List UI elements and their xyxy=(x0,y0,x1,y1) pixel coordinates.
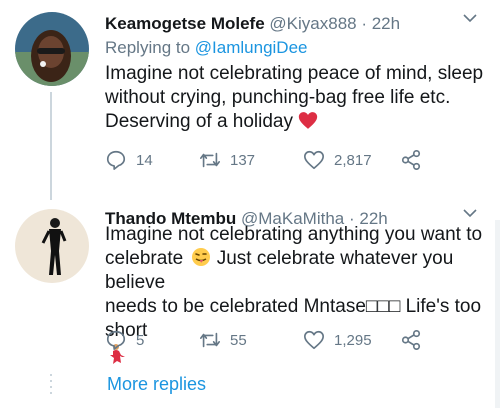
tweet-text: Imagine not celebrating anything you wan… xyxy=(105,223,490,372)
retweet-icon xyxy=(200,332,220,348)
reply-count: 5 xyxy=(136,331,145,349)
thread-dots xyxy=(50,374,52,396)
replying-to: Replying to @IamlungiDee xyxy=(105,38,308,58)
tweet-text-line: needs to be celebrated Mntase□□□ Life's … xyxy=(105,296,482,341)
tweet-text-fragment: celebrate xyxy=(105,248,184,269)
like-button[interactable]: 2,817 xyxy=(303,148,372,172)
share-icon xyxy=(401,330,421,350)
retweet-count: 137 xyxy=(230,151,256,169)
tweet[interactable]: Thando Mtembu @MaKaMitha · 22h Imagine n… xyxy=(0,195,500,365)
chevron-down-icon[interactable] xyxy=(462,10,478,26)
reply-icon xyxy=(106,150,126,170)
share-button[interactable] xyxy=(400,328,422,352)
user-handle[interactable]: @Kiyax888 xyxy=(269,14,356,33)
share-button[interactable] xyxy=(400,148,422,172)
reply-count: 14 xyxy=(136,151,153,169)
chevron-down-icon[interactable] xyxy=(462,205,478,221)
reply-button[interactable]: 5 xyxy=(105,328,144,352)
tweet-text-line xyxy=(105,343,490,372)
red-heart-emoji-icon xyxy=(299,112,318,129)
tweet-text-body: Imagine not celebrating peace of mind, s… xyxy=(105,63,484,132)
tweet-text-line: Imagine not celebrating anything you wan… xyxy=(105,224,483,245)
share-icon xyxy=(401,150,421,170)
tweet-header: Keamogetse Molefe @Kiyax888 · 22h xyxy=(105,14,400,34)
tweet[interactable]: Keamogetse Molefe @Kiyax888 · 22h Replyi… xyxy=(0,0,500,195)
retweet-count: 55 xyxy=(230,331,247,349)
like-count: 2,817 xyxy=(334,151,372,169)
more-replies-link[interactable]: More replies xyxy=(107,374,206,395)
tweet-text: Imagine not celebrating peace of mind, s… xyxy=(105,62,490,134)
mention-link[interactable]: @IamlungiDee xyxy=(195,38,308,57)
heart-icon xyxy=(304,150,324,170)
retweet-icon xyxy=(200,152,220,168)
avatar[interactable] xyxy=(15,209,89,283)
tweet-text-line: celebrate Just celebrate whatever you be… xyxy=(105,247,490,295)
scrollbar[interactable] xyxy=(495,220,500,408)
like-count: 1,295 xyxy=(334,331,372,349)
heart-icon xyxy=(304,330,324,350)
retweet-button[interactable]: 137 xyxy=(199,148,255,172)
reply-icon xyxy=(106,330,126,350)
retweet-button[interactable]: 55 xyxy=(199,328,247,352)
display-name[interactable]: Keamogetse Molefe xyxy=(105,14,265,33)
tongue-wink-emoji-icon xyxy=(192,248,211,266)
like-button[interactable]: 1,295 xyxy=(303,328,372,352)
reply-button[interactable]: 14 xyxy=(105,148,153,172)
replying-to-label: Replying to xyxy=(105,38,191,57)
timestamp[interactable]: · 22h xyxy=(361,14,400,33)
avatar[interactable] xyxy=(15,12,89,86)
